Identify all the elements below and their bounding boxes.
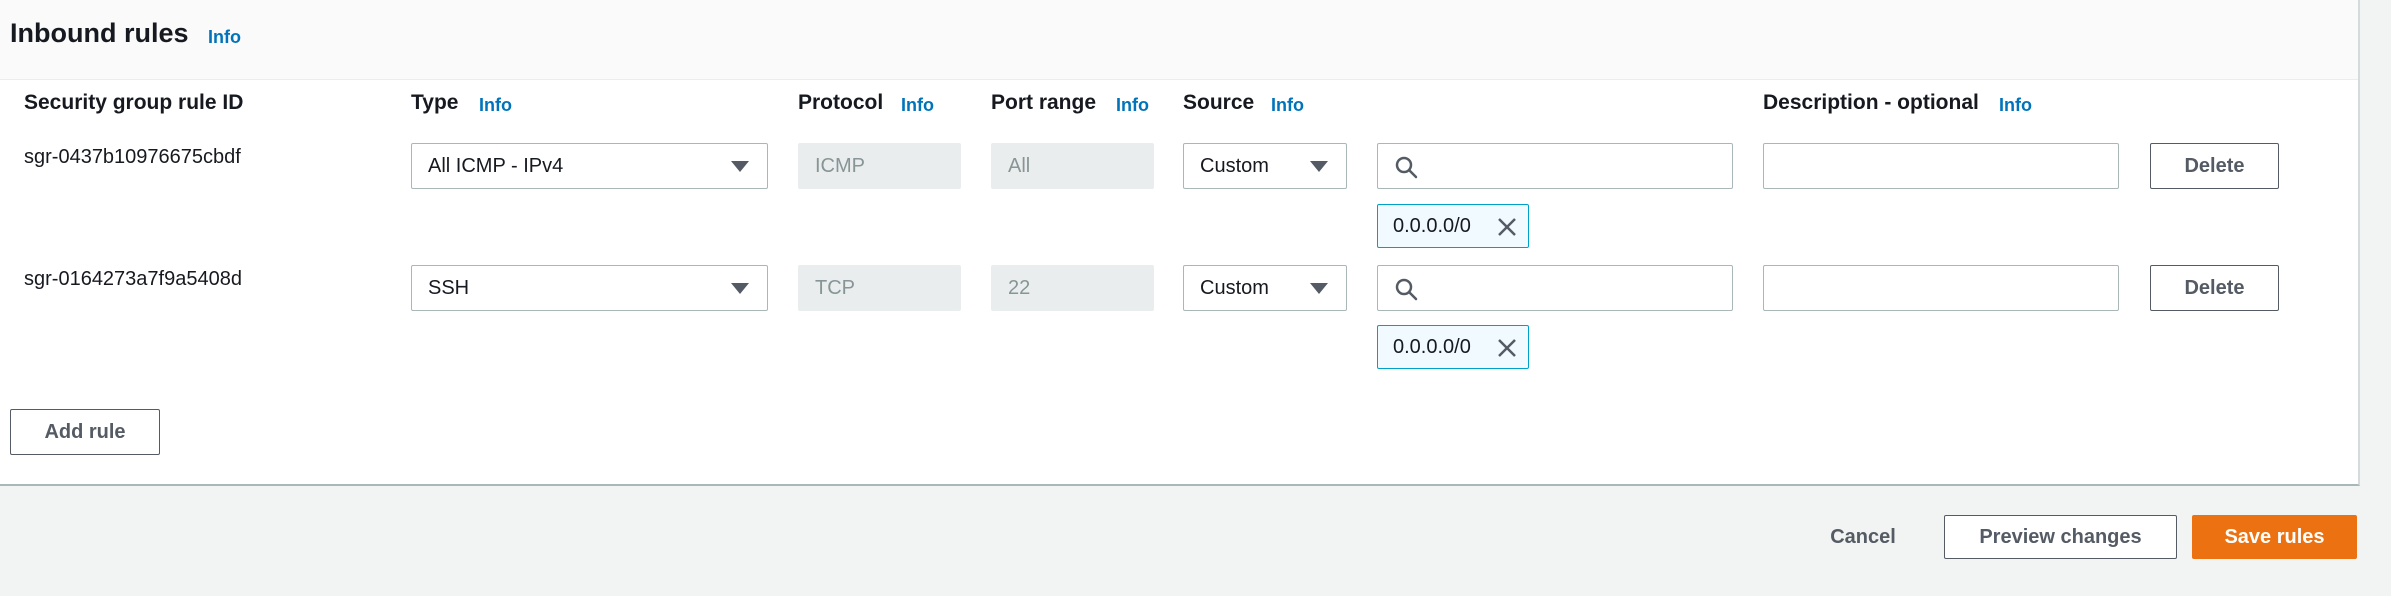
port-range-info-link[interactable]: Info — [1116, 95, 1149, 116]
caret-down-icon — [1310, 161, 1328, 172]
source-select-value: Custom — [1200, 277, 1269, 299]
description-info-link[interactable]: Info — [1999, 95, 2032, 116]
type-select-value: All ICMP - IPv4 — [428, 155, 564, 177]
close-icon[interactable] — [1496, 337, 1518, 359]
delete-button[interactable]: Delete — [2150, 265, 2279, 311]
inbound-rules-panel: Inbound rules Info Security group rule I… — [0, 0, 2360, 486]
close-icon[interactable] — [1496, 216, 1518, 238]
save-rules-button[interactable]: Save rules — [2192, 515, 2357, 559]
source-select[interactable]: Custom — [1183, 143, 1347, 189]
cidr-token-label: 0.0.0.0/0 — [1393, 336, 1471, 358]
col-header-port-range: Port range — [991, 91, 1097, 114]
rule-id: sgr-0437b10976675cbdf — [24, 146, 241, 168]
panel-title: Inbound rules — [10, 18, 189, 48]
preview-changes-button[interactable]: Preview changes — [1944, 515, 2177, 559]
delete-button[interactable]: Delete — [2150, 143, 2279, 189]
col-header-rule-id: Security group rule ID — [24, 91, 244, 114]
cidr-token-label: 0.0.0.0/0 — [1393, 215, 1471, 237]
protocol-field: ICMP — [798, 143, 961, 189]
type-select[interactable]: SSH — [411, 265, 768, 311]
type-info-link[interactable]: Info — [479, 95, 512, 116]
description-input[interactable] — [1763, 143, 2119, 189]
col-header-protocol: Protocol — [798, 91, 884, 114]
cidr-token: 0.0.0.0/0 — [1377, 325, 1529, 369]
caret-down-icon — [1310, 283, 1328, 294]
col-header-source: Source — [1183, 91, 1255, 114]
rule-id: sgr-0164273a7f9a5408d — [24, 268, 242, 290]
cidr-search-input[interactable] — [1377, 143, 1733, 189]
cidr-search-input[interactable] — [1377, 265, 1733, 311]
cancel-button[interactable]: Cancel — [1800, 515, 1926, 559]
source-select-value: Custom — [1200, 155, 1269, 177]
source-info-link[interactable]: Info — [1271, 95, 1304, 116]
col-header-type: Type — [411, 91, 459, 114]
search-icon — [1395, 156, 1418, 179]
protocol-info-link[interactable]: Info — [901, 95, 934, 116]
caret-down-icon — [731, 161, 749, 172]
port-range-field: All — [991, 143, 1154, 189]
cidr-token: 0.0.0.0/0 — [1377, 204, 1529, 248]
caret-down-icon — [731, 283, 749, 294]
type-select[interactable]: All ICMP - IPv4 — [411, 143, 768, 189]
port-range-field: 22 — [991, 265, 1154, 311]
description-input[interactable] — [1763, 265, 2119, 311]
type-select-value: SSH — [428, 277, 470, 299]
title-info-link[interactable]: Info — [208, 27, 241, 48]
col-header-description: Description - optional — [1763, 91, 1979, 114]
panel-header: Inbound rules Info — [0, 0, 2358, 80]
add-rule-button[interactable]: Add rule — [10, 409, 160, 455]
source-select[interactable]: Custom — [1183, 265, 1347, 311]
search-icon — [1395, 278, 1418, 301]
protocol-field: TCP — [798, 265, 961, 311]
